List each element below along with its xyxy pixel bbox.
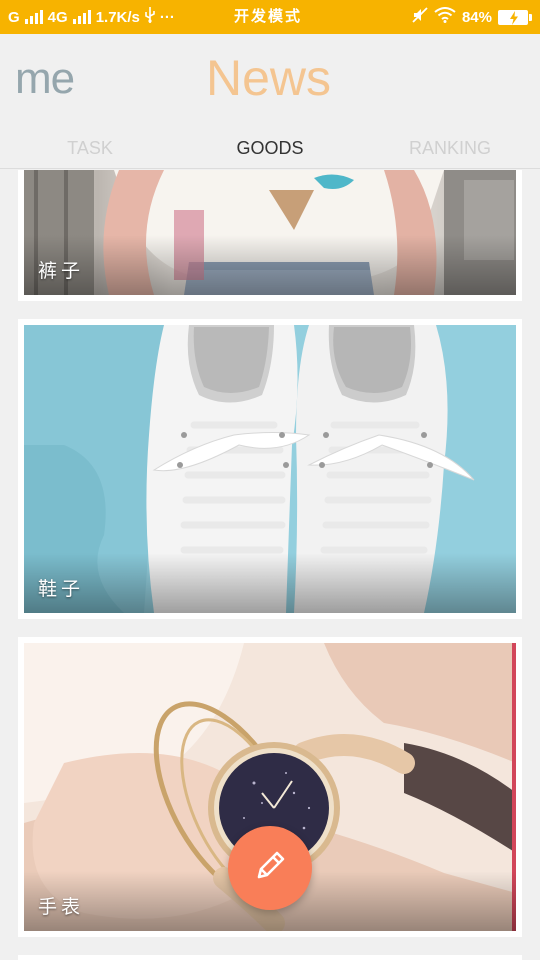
me-title[interactable]: me	[15, 54, 75, 104]
pants-photo: 裤子	[24, 170, 516, 295]
tab-goods[interactable]: GOODS	[180, 134, 360, 162]
compose-fab[interactable]	[228, 826, 312, 910]
caption-shade	[24, 235, 516, 295]
tab-task[interactable]: TASK	[0, 134, 180, 162]
signal-icon	[24, 10, 43, 24]
network-4g-label: 4G	[47, 8, 68, 26]
pencil-icon	[251, 847, 289, 890]
tab-ranking[interactable]: RANKING	[360, 134, 540, 162]
news-title: News	[206, 50, 332, 106]
app-header: me News TASK GOODS RANKING	[0, 34, 540, 169]
status-right: 84%	[412, 0, 532, 34]
goods-caption: 鞋子	[38, 579, 85, 600]
network-speed: 1.7K/s	[95, 8, 140, 26]
battery-charging-icon	[498, 9, 532, 25]
goods-card-sneakers[interactable]: 鞋子	[18, 319, 522, 619]
sneakers-photo: 鞋子	[24, 325, 516, 613]
goods-card-next[interactable]	[18, 955, 522, 960]
wifi-icon	[434, 7, 456, 27]
signal-icon	[72, 10, 91, 24]
developer-mode-label: 开发模式	[234, 8, 303, 25]
network-g-label: G	[8, 8, 20, 26]
status-left: G 4G 1.7K/s ···	[8, 0, 175, 34]
caption-shade	[24, 553, 516, 613]
more-indicator: ···	[159, 8, 175, 26]
goods-caption: 手表	[38, 897, 85, 918]
status-bar: G 4G 1.7K/s ··· 开发模式 84%	[0, 0, 540, 34]
usb-icon	[145, 7, 155, 27]
goods-caption: 裤子	[38, 261, 85, 282]
mute-icon	[412, 7, 428, 27]
goods-card-pants[interactable]: 裤子	[18, 170, 522, 301]
tab-bar: TASK GOODS RANKING	[0, 134, 540, 162]
battery-percent: 84%	[461, 8, 492, 26]
